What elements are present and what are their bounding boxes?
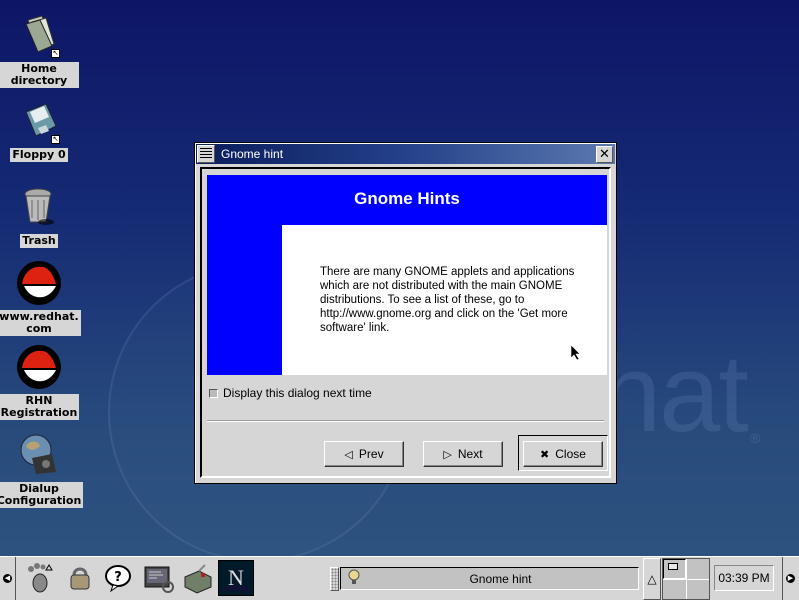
help-icon: ? xyxy=(105,565,131,593)
dialog-client-area: Gnome Hints There are many GNOME applets… xyxy=(200,167,611,478)
display-next-time-checkbox-row[interactable]: Display this dialog next time xyxy=(209,386,372,400)
next-label: Next xyxy=(457,447,483,461)
prev-label: Prev xyxy=(358,447,384,461)
redhat-icon xyxy=(16,260,62,306)
netscape-launcher[interactable]: N xyxy=(218,560,254,596)
window-title: Gnome hint xyxy=(221,147,284,161)
workspace-pager xyxy=(662,558,710,600)
tasklist-drag-handle[interactable] xyxy=(330,567,339,591)
separator xyxy=(207,420,604,422)
terminal-icon xyxy=(144,566,174,593)
left-arrow-icon: ◁ xyxy=(344,448,353,461)
workspace-4[interactable] xyxy=(686,579,709,599)
desktop-icon-label: Floppy 0 xyxy=(10,148,68,162)
desktop-icon-label: Home directory xyxy=(0,62,79,88)
hint-heading: Gnome Hints xyxy=(354,189,460,208)
lightbulb-icon xyxy=(345,568,363,589)
left-arrow-icon: ◀ xyxy=(3,574,12,583)
desktop-icon-trash[interactable]: Trash xyxy=(0,184,79,248)
window-close-button[interactable]: ✕ xyxy=(596,145,613,163)
window-menu-button[interactable] xyxy=(197,145,215,163)
close-label: Close xyxy=(555,447,586,461)
lock-icon xyxy=(70,567,90,590)
netscape-icon: N xyxy=(219,561,253,595)
registered-mark: ® xyxy=(750,430,761,446)
svg-text:?: ? xyxy=(114,570,122,585)
desktop-icon-label: Trash xyxy=(20,234,58,248)
clock[interactable]: 03:39 PM xyxy=(714,565,774,591)
gnome-hint-dialog: Gnome hint ✕ Gnome Hints There are many … xyxy=(194,142,617,484)
help-launcher[interactable]: ? xyxy=(100,560,136,596)
display-next-time-checkbox[interactable] xyxy=(209,388,218,398)
folder-icon: ↖ xyxy=(16,12,62,58)
redhat-icon xyxy=(16,344,62,390)
hint-panel: Gnome Hints There are many GNOME applets… xyxy=(207,175,607,375)
hint-text: There are many GNOME applets and applica… xyxy=(320,266,575,334)
next-button[interactable]: ▷ Next xyxy=(423,441,503,467)
hint-content: There are many GNOME applets and applica… xyxy=(282,225,607,375)
up-arrow-icon: △ xyxy=(647,572,657,586)
checkbox-label: Display this dialog next time xyxy=(223,386,372,400)
toolbox-launcher[interactable] xyxy=(180,560,216,596)
panel-hide-left-button[interactable]: ◀ xyxy=(0,557,16,600)
desktop-icon-redhat-com[interactable]: www.redhat. com xyxy=(0,260,81,336)
right-arrow-icon: ▷ xyxy=(443,448,452,461)
prev-button[interactable]: ◁ Prev xyxy=(324,441,404,467)
redhat-watermark-text: hat xyxy=(600,332,749,455)
workspace-2[interactable] xyxy=(686,559,709,579)
right-arrow-icon: ▶ xyxy=(786,574,795,583)
desktop-icon-label: RHN Registration xyxy=(0,394,80,420)
tasklist-menu-button[interactable]: △ xyxy=(643,558,661,600)
panel-hide-right-button[interactable]: ▶ xyxy=(782,557,798,600)
desktop-icon-dialup-configuration[interactable]: Dialup Configuration xyxy=(0,432,84,508)
terminal-launcher[interactable] xyxy=(140,560,176,596)
trash-icon xyxy=(16,184,62,230)
toolbox-icon xyxy=(184,564,212,594)
gnome-panel: ◀ ? N Gnome hint △ 03:39 PM ▶ xyxy=(0,556,799,600)
x-icon: ✖ xyxy=(540,448,550,461)
gnome-menu-button[interactable] xyxy=(22,560,58,596)
desktop-icon-label: Dialup Configuration xyxy=(0,482,84,508)
close-button[interactable]: ✖ Close xyxy=(523,441,603,467)
dialup-icon xyxy=(16,432,62,478)
window-thumbnail xyxy=(668,563,678,570)
window-titlebar[interactable]: Gnome hint ✕ xyxy=(196,144,615,164)
desktop-icon-label: www.redhat. com xyxy=(0,310,81,336)
svg-text:N: N xyxy=(228,565,244,590)
desktop-icon-floppy[interactable]: ↖ Floppy 0 xyxy=(0,98,79,162)
workspace-3[interactable] xyxy=(663,579,686,599)
task-title: Gnome hint xyxy=(469,571,532,586)
floppy-icon: ↖ xyxy=(16,98,62,144)
desktop-icon-rhn-registration[interactable]: RHN Registration xyxy=(0,344,80,420)
desktop-icon-home[interactable]: ↖ Home directory xyxy=(0,12,79,88)
gnome-foot-icon xyxy=(28,563,53,593)
task-button-gnome-hint[interactable]: Gnome hint xyxy=(340,567,639,590)
workspace-1[interactable] xyxy=(663,559,686,579)
lock-screen-launcher[interactable] xyxy=(62,560,98,596)
